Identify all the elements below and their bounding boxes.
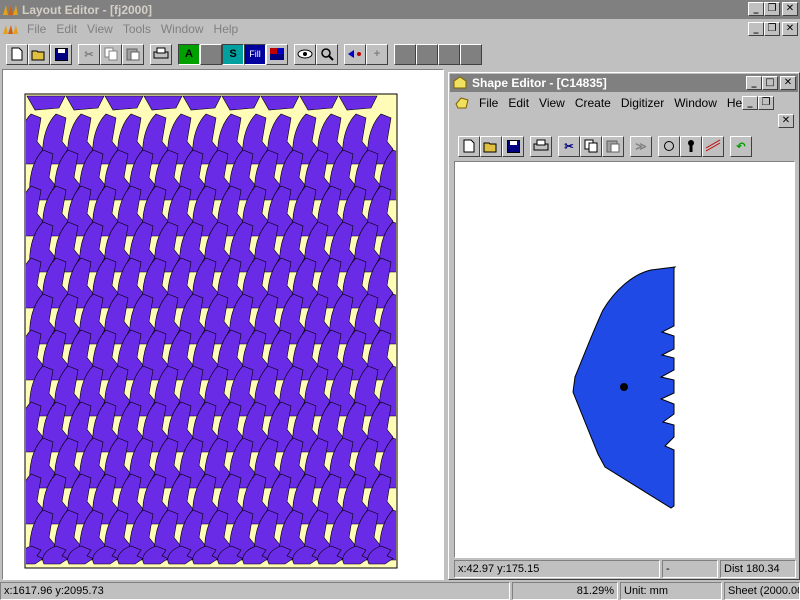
document-logo-icon — [3, 22, 19, 36]
disabled-tool-1[interactable] — [394, 43, 416, 65]
fill-tool-button[interactable]: Fill — [244, 43, 266, 65]
se-menu-view[interactable]: View — [534, 96, 570, 110]
se-keyhole-tool-icon[interactable] — [680, 135, 702, 157]
se-save-icon[interactable] — [502, 135, 524, 157]
se-copy-icon[interactable] — [580, 135, 602, 157]
marker-layout-svg — [24, 93, 398, 569]
se-circle-tool-icon[interactable] — [658, 135, 680, 157]
main-toolbar: ✂ A S Fill + — [6, 42, 482, 66]
main-window-title: Layout Editor - [fj2000] — [22, 2, 153, 17]
app-logo-icon — [3, 3, 19, 17]
move-arrow-icon[interactable] — [344, 43, 366, 65]
shape-editor-title: Shape Editor - [C14835] — [472, 76, 607, 90]
copy-icon[interactable] — [100, 43, 122, 65]
cut-icon[interactable]: ✂ — [78, 43, 100, 65]
status-unit: Unit: mm — [620, 582, 722, 600]
se-menu-create[interactable]: Create — [570, 96, 616, 110]
minimize-button[interactable]: _ — [748, 2, 764, 16]
doc-minimize-button[interactable]: _ — [748, 22, 764, 36]
se-menu-file[interactable]: File — [474, 96, 503, 110]
se-minimize-button[interactable]: _ — [746, 76, 762, 90]
pivot-point[interactable] — [620, 383, 628, 391]
se-maximize-button[interactable]: □ — [762, 76, 778, 90]
print-icon[interactable] — [150, 43, 172, 65]
status-sheet: Sheet (2000.00 — [724, 582, 800, 600]
layout-canvas[interactable] — [2, 69, 444, 580]
shape-editor-menu-bar: File Edit View Create Digitizer Window H… — [452, 93, 798, 112]
se-paste-icon[interactable] — [602, 135, 624, 157]
se-doc-close-button[interactable]: ✕ — [778, 114, 794, 128]
se-lines-tool-icon[interactable] — [702, 135, 724, 157]
menu-file[interactable]: File — [22, 22, 51, 36]
se-undo-arrow-icon[interactable]: ↶ — [730, 135, 752, 157]
s-tool-button[interactable]: S — [222, 43, 244, 65]
se-status-mid: - — [662, 560, 718, 578]
se-forward-icon[interactable]: ≫ — [630, 135, 652, 157]
se-menu-edit[interactable]: Edit — [503, 96, 534, 110]
main-title-bar: Layout Editor - [fj2000] _ ❐ ✕ — [0, 0, 800, 19]
menu-view[interactable]: View — [82, 22, 118, 36]
disabled-tool-4[interactable] — [460, 43, 482, 65]
crosshair-icon[interactable]: + — [366, 43, 388, 65]
palette-icon[interactable] — [266, 43, 288, 65]
shape-drawing-svg — [572, 266, 677, 509]
se-open-folder-icon[interactable] — [480, 135, 502, 157]
se-new-file-icon[interactable] — [458, 135, 480, 157]
se-menu-digitizer[interactable]: Digitizer — [616, 96, 669, 110]
shape-editor-menu-icon — [455, 96, 471, 110]
disabled-tool-2[interactable] — [416, 43, 438, 65]
restore-button[interactable]: ❐ — [764, 2, 780, 16]
eye-icon[interactable] — [294, 43, 316, 65]
a-tool-button[interactable]: A — [178, 43, 200, 65]
se-doc-restore-button[interactable]: ❐ — [758, 96, 774, 110]
disabled-tool-3[interactable] — [438, 43, 460, 65]
nested-pieces — [26, 95, 396, 565]
shape-editor-toolbar: ✂ ≫ ↶ — [458, 134, 752, 158]
save-icon[interactable] — [50, 43, 72, 65]
main-menu-bar: File Edit View Tools Window Help _ ❐ ✕ — [0, 19, 800, 38]
menu-edit[interactable]: Edit — [51, 22, 82, 36]
open-folder-icon[interactable] — [28, 43, 50, 65]
doc-restore-button[interactable]: ❐ — [764, 22, 780, 36]
se-close-button[interactable]: ✕ — [780, 76, 796, 90]
shape-editor-logo-icon — [453, 76, 469, 90]
shape-editor-title-bar: Shape Editor - [C14835] _ □ ✕ — [450, 74, 798, 92]
new-file-icon[interactable] — [6, 43, 28, 65]
se-doc-minimize-button[interactable]: _ — [742, 96, 758, 110]
se-status-dist: Dist 180.34 — [720, 560, 796, 578]
status-coords: x:1617.96 y:2095.73 — [0, 582, 510, 600]
se-print-icon[interactable] — [530, 135, 552, 157]
close-button[interactable]: ✕ — [782, 2, 798, 16]
se-menu-window[interactable]: Window — [669, 96, 722, 110]
menu-tools[interactable]: Tools — [118, 22, 156, 36]
se-cut-icon[interactable]: ✂ — [558, 135, 580, 157]
menu-window[interactable]: Window — [156, 22, 209, 36]
doc-close-button[interactable]: ✕ — [782, 22, 798, 36]
menu-help[interactable]: Help — [209, 22, 244, 36]
se-status-coords: x:42.97 y:175.15 — [454, 560, 660, 578]
blank-tool-button[interactable] — [200, 43, 222, 65]
zoom-icon[interactable] — [316, 43, 338, 65]
paste-icon[interactable] — [122, 43, 144, 65]
shape-canvas[interactable] — [454, 161, 795, 558]
status-zoom: 81.29% — [512, 582, 618, 600]
